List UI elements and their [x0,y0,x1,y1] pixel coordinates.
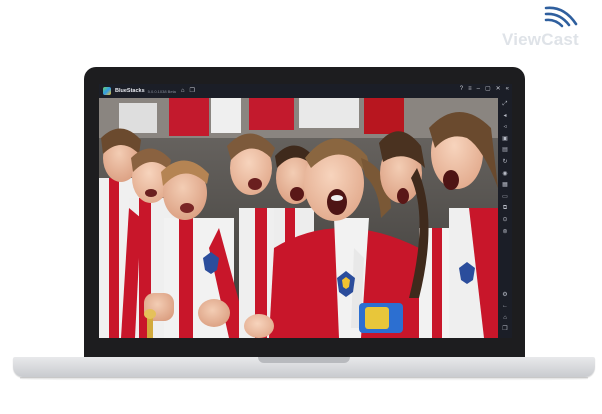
app-title: BlueStacks [115,88,145,94]
titlebar-controls: ? ≡ – ▢ ✕ « [460,86,509,92]
macro-icon[interactable]: ⧉ [502,205,509,212]
eco-mode-icon[interactable]: ⊚ [502,229,509,236]
bluestacks-logo-icon [103,87,111,95]
emulator-titlebar: BlueStacks 5.0.0.1038 Beta ⌂ ❐ ? ≡ – ▢ ✕… [99,84,512,98]
multi-instance-icon[interactable]: ❐ [190,88,195,94]
page: ViewCast BlueStacks 5.0.0.1038 Beta ⌂ ❐ … [0,0,602,414]
laptop-screen: BlueStacks 5.0.0.1038 Beta ⌂ ❐ ? ≡ – ▢ ✕… [99,84,512,338]
volume-down-icon[interactable]: ◃ [502,124,509,131]
back-icon[interactable]: ← [502,303,509,310]
keymapping-icon[interactable]: ▣ [502,136,509,143]
laptop-notch [258,357,350,363]
menu-icon[interactable]: ≡ [468,86,472,92]
viewcast-logo-text: ViewCast [502,30,579,49]
minimize-icon[interactable]: – [477,86,480,92]
home-icon[interactable]: ⌂ [502,315,509,322]
screenshot-icon[interactable]: ◉ [502,171,509,178]
media-folder-icon[interactable]: ▭ [502,194,509,201]
rotate-icon[interactable]: ↻ [502,159,509,166]
laptop-shadow [20,377,588,381]
settings-icon[interactable]: ⚙ [502,292,509,299]
restore-icon[interactable]: ▢ [485,86,491,92]
close-icon[interactable]: ✕ [496,86,501,92]
collapse-sidebar-icon[interactable]: « [506,86,509,92]
recent-apps-icon[interactable]: ❐ [502,326,509,333]
home-icon[interactable]: ⌂ [181,88,185,94]
record-icon[interactable]: ▦ [502,182,509,189]
volume-up-icon[interactable]: ◂ [502,113,509,120]
signal-waves-icon [544,6,578,28]
team-celebration-photo [99,98,498,338]
app-content-photo [99,98,498,338]
viewcast-logo: ViewCast [502,6,594,50]
app-version: 5.0.0.1038 Beta [147,88,176,94]
multi-instance-sync-icon[interactable]: ⊙ [502,217,509,224]
fullscreen-icon[interactable]: ⤢ [502,101,509,108]
install-apk-icon[interactable]: ▤ [502,147,509,154]
help-icon[interactable]: ? [460,86,463,92]
emulator-sidebar: ⤢ ◂ ◃ ▣ ▤ ↻ ◉ ▦ ▭ ⧉ ⊙ ⊚ ⚙ ← ⌂ ❐ [498,98,512,338]
